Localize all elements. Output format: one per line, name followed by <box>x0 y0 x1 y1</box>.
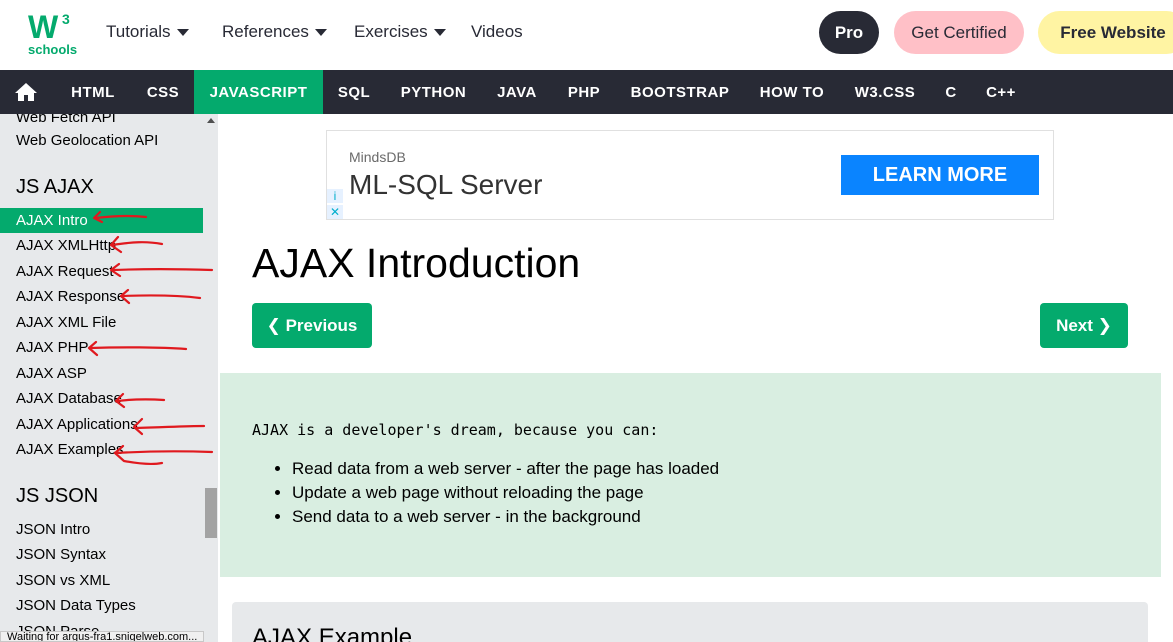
sidebar-item-ajax-request[interactable]: AJAX Request <box>0 259 203 284</box>
ad-info-icon[interactable]: i <box>327 189 343 203</box>
sidebar-heading-js-json: JS JSON <box>16 485 99 507</box>
get-certified-button[interactable]: Get Certified <box>894 11 1024 54</box>
pro-button[interactable]: Pro <box>819 11 879 54</box>
example-box: AJAX Example <box>232 602 1148 642</box>
list-item: Update a web page without reloading the … <box>292 483 719 507</box>
tutorials-label: Tutorials <box>106 22 171 41</box>
previous-button[interactable]: ❮ Previous <box>252 303 372 348</box>
tab-html[interactable]: HTML <box>54 70 132 114</box>
svg-text:W: W <box>28 10 59 45</box>
caret-down-icon <box>176 28 189 36</box>
exercises-menu[interactable]: Exercises <box>354 22 446 42</box>
sidebar-scrollbar[interactable] <box>203 114 218 642</box>
svg-text:3: 3 <box>62 11 70 27</box>
sidebar-item-ajax-examples[interactable]: AJAX Examples <box>0 437 203 462</box>
sidebar-item-json-syntax[interactable]: JSON Syntax <box>0 542 203 567</box>
tab-bootstrap[interactable]: BOOTSTRAP <box>616 70 744 114</box>
ad-learn-more-button[interactable]: LEARN MORE <box>841 155 1039 195</box>
sidebar-item-ajax-database[interactable]: AJAX Database <box>0 386 203 411</box>
scroll-up-arrow-icon[interactable] <box>207 118 215 123</box>
main-content: MindsDB ML-SQL Server LEARN MORE i ✕ AJA… <box>220 114 1161 642</box>
sidebar-item-json-intro[interactable]: JSON Intro <box>0 517 203 542</box>
list-item: Read data from a web server - after the … <box>292 459 719 483</box>
references-label: References <box>222 22 309 41</box>
intro-text: AJAX is a developer's dream, because you… <box>252 421 659 439</box>
caret-down-icon <box>314 28 327 36</box>
next-button[interactable]: Next ❯ <box>1040 303 1128 348</box>
page-title: AJAX Introduction <box>252 240 581 286</box>
tab-cpp[interactable]: C++ <box>972 70 1030 114</box>
tech-navbar: HTML CSS JAVASCRIPT SQL PYTHON JAVA PHP … <box>0 70 1173 114</box>
sidebar-item-ajax-applications[interactable]: AJAX Applications <box>0 412 203 437</box>
tab-how-to[interactable]: HOW TO <box>744 70 840 114</box>
sidebar-item-ajax-intro[interactable]: AJAX Intro <box>0 208 203 233</box>
advertisement-banner[interactable]: MindsDB ML-SQL Server LEARN MORE i ✕ <box>326 130 1054 220</box>
tab-w3css[interactable]: W3.CSS <box>840 70 930 114</box>
sidebar-item-ajax-asp[interactable]: AJAX ASP <box>0 361 203 386</box>
ad-close-icon[interactable]: ✕ <box>327 205 343 219</box>
sidebar-heading-js-ajax: JS AJAX <box>16 176 94 198</box>
w3schools-logo[interactable]: W 3 schools <box>26 9 78 58</box>
intro-note-box: AJAX is a developer's dream, because you… <box>220 373 1161 577</box>
scrollbar-thumb[interactable] <box>205 488 217 538</box>
sidebar-item-ajax-xmlhttp[interactable]: AJAX XMLHttp <box>0 233 203 258</box>
svg-text:schools: schools <box>28 42 77 57</box>
sidebar-item-ajax-response[interactable]: AJAX Response <box>0 284 203 309</box>
ad-title: ML-SQL Server <box>349 169 543 200</box>
videos-label: Videos <box>471 22 523 41</box>
free-website-button[interactable]: Free Website <box>1038 11 1173 54</box>
sidebar: Web Fetch API Web Geolocation API JS AJA… <box>0 114 218 642</box>
tab-python[interactable]: PYTHON <box>385 70 482 114</box>
references-menu[interactable]: References <box>222 22 327 42</box>
tutorials-menu[interactable]: Tutorials <box>106 22 189 42</box>
sidebar-item-json-data-types[interactable]: JSON Data Types <box>0 593 203 618</box>
sidebar-item-ajax-php[interactable]: AJAX PHP <box>0 335 203 360</box>
example-title: AJAX Example <box>252 624 413 642</box>
browser-status-bar: Waiting for argus-fra1.snigelweb.com... <box>0 631 205 642</box>
caret-down-icon <box>433 28 446 36</box>
sidebar-item-json-vs-xml[interactable]: JSON vs XML <box>0 568 203 593</box>
intro-bullet-list: Read data from a web server - after the … <box>272 459 719 531</box>
exercises-label: Exercises <box>354 22 428 41</box>
top-navbar: W 3 schools Tutorials References Exercis… <box>0 0 1173 70</box>
tab-javascript[interactable]: JAVASCRIPT <box>194 70 323 114</box>
tab-php[interactable]: PHP <box>552 70 616 114</box>
list-item: Send data to a web server - in the backg… <box>292 507 719 531</box>
tab-css[interactable]: CSS <box>132 70 194 114</box>
videos-link[interactable]: Videos <box>471 22 523 42</box>
sidebar-item-web-geolocation-api[interactable]: Web Geolocation API <box>0 128 203 153</box>
tab-c[interactable]: C <box>930 70 972 114</box>
tab-sql[interactable]: SQL <box>323 70 385 114</box>
tab-java[interactable]: JAVA <box>482 70 552 114</box>
sidebar-item-ajax-xml-file[interactable]: AJAX XML File <box>0 310 203 335</box>
home-icon[interactable] <box>14 82 38 102</box>
ad-brand: MindsDB <box>349 149 406 165</box>
